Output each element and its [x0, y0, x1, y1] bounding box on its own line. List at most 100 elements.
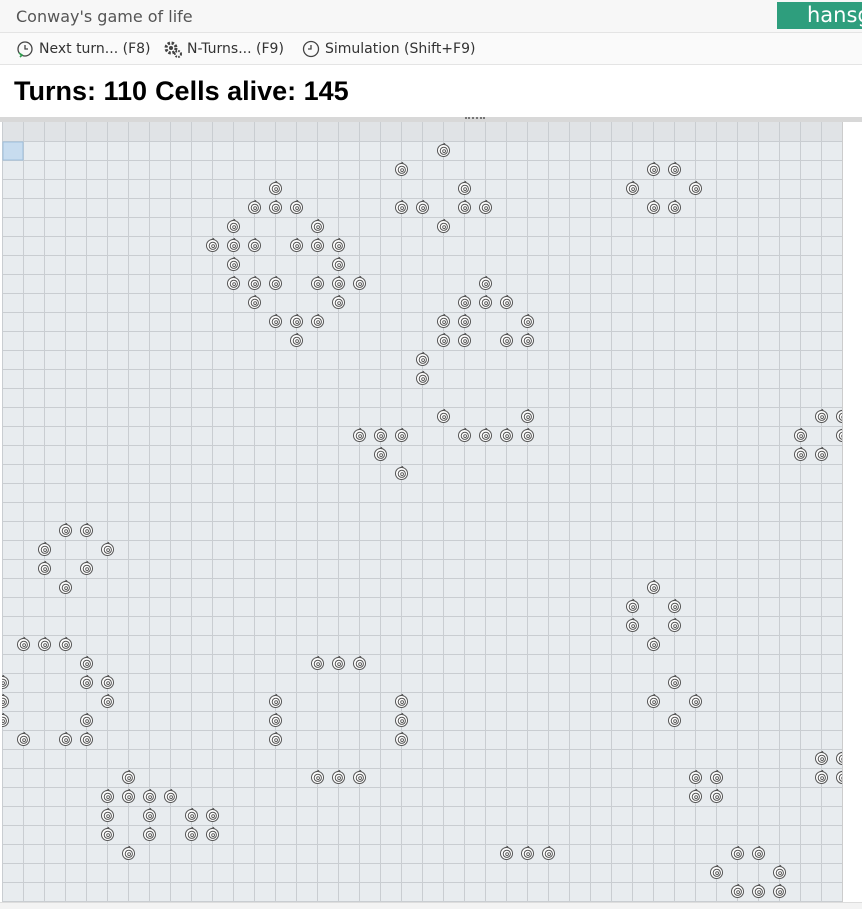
alive-cell-icon[interactable]: [18, 733, 30, 746]
alive-cell-icon[interactable]: [396, 467, 408, 480]
alive-cell-icon[interactable]: [144, 809, 156, 822]
alive-cell-icon[interactable]: [375, 429, 387, 442]
alive-cell-icon[interactable]: [123, 771, 135, 784]
alive-cell-icon[interactable]: [732, 885, 744, 898]
alive-cell-icon[interactable]: [39, 562, 51, 575]
alive-cell-icon[interactable]: [417, 201, 429, 214]
alive-cell-icon[interactable]: [165, 790, 177, 803]
alive-cell-icon[interactable]: [648, 581, 660, 594]
alive-cell-icon[interactable]: [291, 315, 303, 328]
alive-cell-icon[interactable]: [690, 771, 702, 784]
alive-cell-icon[interactable]: [102, 695, 114, 708]
alive-cell-icon[interactable]: [186, 809, 198, 822]
alive-cell-icon[interactable]: [312, 771, 324, 784]
alive-cell-icon[interactable]: [417, 372, 429, 385]
alive-cell-icon[interactable]: [438, 315, 450, 328]
alive-cell-icon[interactable]: [333, 239, 345, 252]
alive-cell-icon[interactable]: [249, 277, 261, 290]
alive-cell-icon[interactable]: [60, 524, 72, 537]
n-turns-button[interactable]: N-Turns... (F9): [164, 38, 284, 60]
alive-cell-icon[interactable]: [648, 638, 660, 651]
alive-cell-icon[interactable]: [417, 353, 429, 366]
alive-cell-icon[interactable]: [543, 847, 555, 860]
alive-cell-icon[interactable]: [102, 809, 114, 822]
alive-cell-icon[interactable]: [81, 733, 93, 746]
alive-cell-icon[interactable]: [102, 828, 114, 841]
alive-cell-icon[interactable]: [774, 885, 786, 898]
alive-cell-icon[interactable]: [438, 410, 450, 423]
alive-cell-icon[interactable]: [249, 296, 261, 309]
alive-cell-icon[interactable]: [354, 771, 366, 784]
alive-cell-icon[interactable]: [228, 277, 240, 290]
alive-cell-icon[interactable]: [354, 277, 366, 290]
alive-cell-icon[interactable]: [669, 714, 681, 727]
alive-cell-icon[interactable]: [816, 771, 828, 784]
alive-cell-icon[interactable]: [39, 638, 51, 651]
next-turn-button[interactable]: Next turn... (F8): [16, 38, 151, 60]
alive-cell-icon[interactable]: [438, 334, 450, 347]
alive-cell-icon[interactable]: [354, 429, 366, 442]
alive-cell-icon[interactable]: [648, 163, 660, 176]
alive-cell-icon[interactable]: [690, 182, 702, 195]
alive-cell-icon[interactable]: [480, 429, 492, 442]
alive-cell-icon[interactable]: [396, 733, 408, 746]
alive-cell-icon[interactable]: [627, 182, 639, 195]
alive-cell-icon[interactable]: [837, 429, 843, 442]
alive-cell-icon[interactable]: [333, 258, 345, 271]
alive-cell-icon[interactable]: [459, 201, 471, 214]
alive-cell-icon[interactable]: [354, 657, 366, 670]
alive-cell-icon[interactable]: [648, 201, 660, 214]
alive-cell-icon[interactable]: [648, 695, 660, 708]
alive-cell-icon[interactable]: [291, 201, 303, 214]
alive-cell-icon[interactable]: [39, 543, 51, 556]
alive-cell-icon[interactable]: [816, 410, 828, 423]
alive-cell-icon[interactable]: [837, 752, 843, 765]
alive-cell-icon[interactable]: [375, 448, 387, 461]
alive-cell-icon[interactable]: [396, 695, 408, 708]
alive-cell-icon[interactable]: [396, 201, 408, 214]
alive-cell-icon[interactable]: [312, 315, 324, 328]
alive-cell-icon[interactable]: [753, 885, 765, 898]
alive-cell-icon[interactable]: [291, 239, 303, 252]
alive-cell-icon[interactable]: [669, 619, 681, 632]
alive-cell-icon[interactable]: [459, 315, 471, 328]
alive-cell-icon[interactable]: [291, 334, 303, 347]
alive-cell-icon[interactable]: [711, 771, 723, 784]
alive-cell-icon[interactable]: [816, 752, 828, 765]
alive-cell-icon[interactable]: [81, 676, 93, 689]
alive-cell-icon[interactable]: [186, 828, 198, 841]
alive-cell-icon[interactable]: [522, 410, 534, 423]
alive-cell-icon[interactable]: [480, 201, 492, 214]
alive-cell-icon[interactable]: [2, 714, 9, 727]
alive-cell-icon[interactable]: [690, 695, 702, 708]
splitter-grip[interactable]: [465, 117, 485, 121]
alive-cell-icon[interactable]: [270, 714, 282, 727]
alive-cell-icon[interactable]: [102, 790, 114, 803]
alive-cell-icon[interactable]: [669, 600, 681, 613]
alive-cell-icon[interactable]: [270, 201, 282, 214]
alive-cell-icon[interactable]: [396, 429, 408, 442]
alive-cell-icon[interactable]: [102, 676, 114, 689]
alive-cell-icon[interactable]: [312, 657, 324, 670]
alive-cell-icon[interactable]: [81, 657, 93, 670]
alive-cell-icon[interactable]: [270, 182, 282, 195]
alive-cell-icon[interactable]: [669, 163, 681, 176]
alive-cell-icon[interactable]: [144, 790, 156, 803]
alive-cell-icon[interactable]: [627, 600, 639, 613]
alive-cell-icon[interactable]: [333, 277, 345, 290]
alive-cell-icon[interactable]: [837, 771, 843, 784]
alive-cell-icon[interactable]: [711, 866, 723, 879]
alive-cell-icon[interactable]: [60, 581, 72, 594]
board-grid[interactable]: [2, 122, 842, 902]
alive-cell-icon[interactable]: [480, 277, 492, 290]
alive-cell-icon[interactable]: [732, 847, 744, 860]
alive-cell-icon[interactable]: [81, 714, 93, 727]
alive-cell-icon[interactable]: [228, 258, 240, 271]
alive-cell-icon[interactable]: [795, 429, 807, 442]
alive-cell-icon[interactable]: [60, 638, 72, 651]
alive-cell-icon[interactable]: [669, 201, 681, 214]
alive-cell-icon[interactable]: [459, 296, 471, 309]
alive-cell-icon[interactable]: [249, 201, 261, 214]
alive-cell-icon[interactable]: [2, 695, 9, 708]
alive-cell-icon[interactable]: [627, 619, 639, 632]
